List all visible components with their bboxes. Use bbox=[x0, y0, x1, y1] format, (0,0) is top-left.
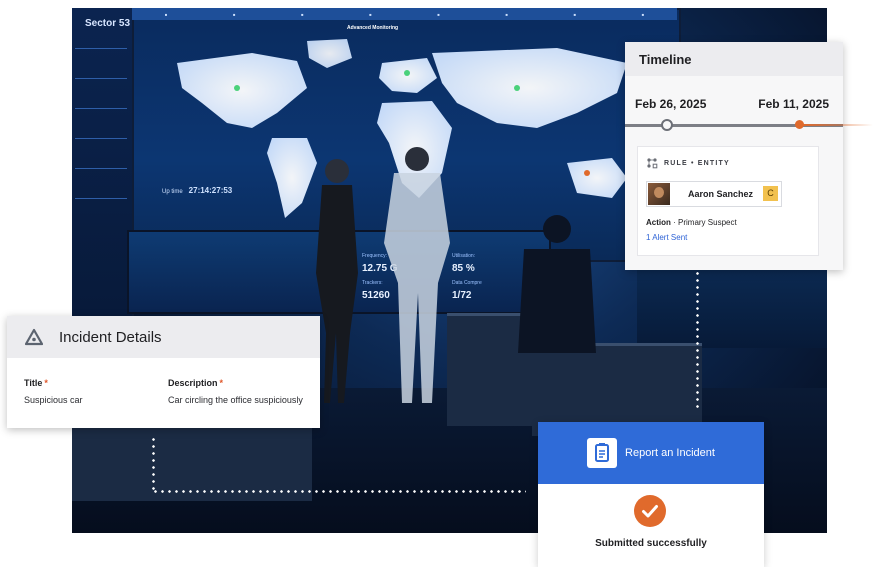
report-incident-card: Report an Incident Submitted successfull… bbox=[538, 422, 764, 567]
connector-dots bbox=[152, 490, 526, 493]
success-check-icon bbox=[634, 495, 666, 527]
timeline-start-handle[interactable] bbox=[661, 119, 673, 131]
timeline-tail bbox=[803, 124, 873, 126]
timeline-card: Timeline Feb 26, 2025 Feb 11, 2025 RULE … bbox=[625, 42, 873, 270]
field-label: Description * bbox=[168, 378, 224, 388]
field-label: Title * bbox=[24, 378, 48, 388]
clipboard-icon bbox=[587, 438, 618, 468]
entity-tag-badge: C bbox=[763, 186, 778, 201]
timeline-dates: Feb 26, 2025 Feb 11, 2025 bbox=[635, 97, 829, 111]
uptime-readout: Up time 27:14:27:53 bbox=[162, 186, 233, 195]
timeline-start-date: Feb 26, 2025 bbox=[635, 97, 707, 111]
report-incident-header[interactable]: Report an Incident bbox=[538, 422, 764, 484]
warning-triangle-icon bbox=[25, 328, 43, 346]
timeline-title: Timeline bbox=[625, 42, 843, 76]
rule-entity-card[interactable]: RULE • ENTITY Aaron Sanchez C Action · P… bbox=[637, 146, 819, 256]
sector-side-panel: Sector 53 bbox=[72, 8, 134, 318]
incident-header: Incident Details bbox=[7, 316, 320, 358]
incident-title-field: Title * Suspicious car bbox=[24, 378, 164, 406]
rule-entity-label: RULE • ENTITY bbox=[664, 159, 730, 167]
side-graph bbox=[75, 78, 127, 101]
entity-chip[interactable]: Aaron Sanchez C bbox=[646, 181, 782, 207]
side-graph bbox=[75, 48, 127, 71]
side-graph bbox=[75, 168, 127, 191]
alerts-sent-link[interactable]: 1 Alert Sent bbox=[646, 233, 687, 242]
avatar bbox=[648, 183, 670, 205]
field-value: Suspicious car bbox=[24, 395, 83, 405]
rule-network-icon bbox=[647, 158, 658, 169]
incident-description-field: Description * Car circling the office sus… bbox=[168, 378, 308, 406]
seated-person-silhouette bbox=[518, 215, 596, 353]
action-line: Action · Primary Suspect bbox=[646, 218, 737, 227]
video-wall-heading: Advanced Monitoring bbox=[347, 25, 399, 31]
report-incident-title: Report an Incident bbox=[625, 447, 715, 459]
side-graph bbox=[75, 138, 127, 161]
incident-title: Incident Details bbox=[59, 328, 162, 346]
action-value: · Primary Suspect bbox=[670, 218, 737, 227]
submission-status: Submitted successfully bbox=[595, 538, 707, 549]
sector-title: Sector 53 bbox=[85, 18, 131, 29]
man-silhouette bbox=[384, 147, 450, 403]
rule-entity-header: RULE • ENTITY bbox=[646, 157, 730, 169]
connector-dots bbox=[152, 436, 155, 492]
action-label: Action bbox=[646, 218, 671, 227]
incident-details-card: Incident Details Title * Suspicious car D… bbox=[7, 316, 320, 428]
entity-name: Aaron Sanchez bbox=[688, 189, 754, 199]
video-wall-topbar: ■ ■ ■ ■ ■ ■ ■ ■ bbox=[132, 8, 677, 20]
connector-dots bbox=[696, 270, 699, 412]
timeline-end-date: Feb 11, 2025 bbox=[758, 97, 829, 111]
side-graph bbox=[75, 108, 127, 131]
field-value: Car circling the office suspiciously bbox=[168, 395, 303, 405]
side-graph bbox=[75, 198, 127, 221]
